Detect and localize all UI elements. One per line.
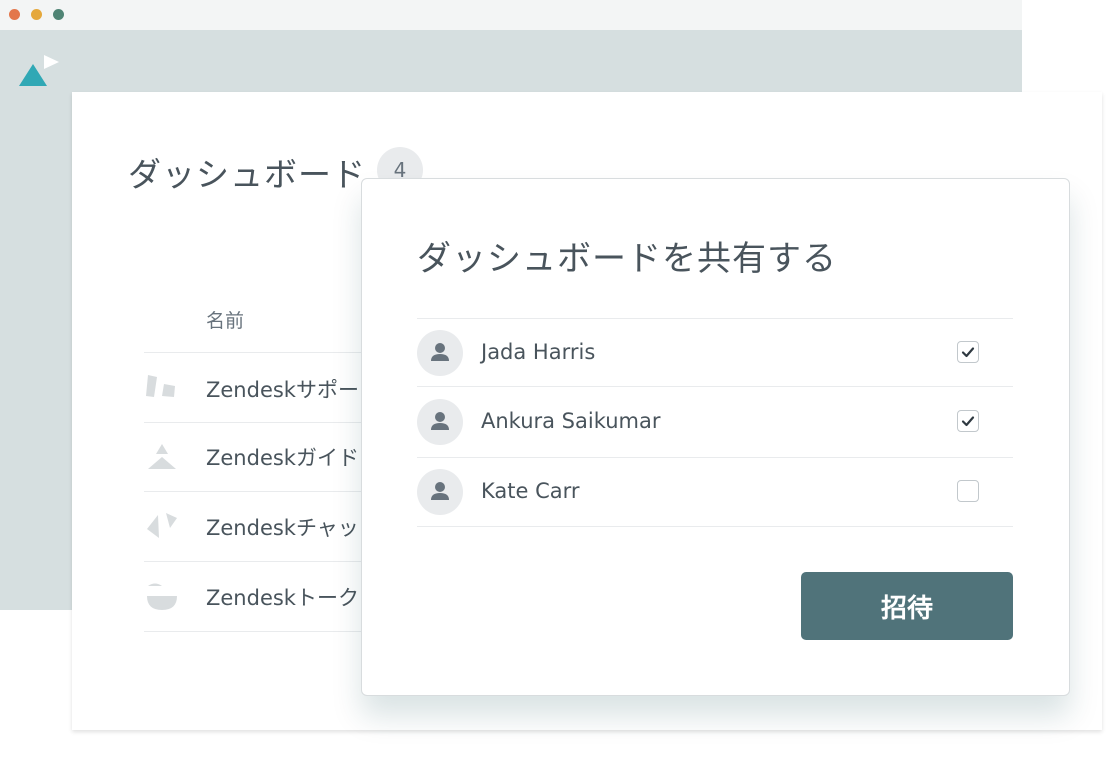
share-dashboard-modal: ダッシュボードを共有する Jada Harris Ankura Saikumar — [361, 178, 1070, 696]
person-icon — [431, 482, 449, 500]
row-divider — [144, 352, 370, 353]
page-title: ダッシュボード — [128, 155, 366, 194]
window-titlebar — [0, 0, 1022, 30]
user-checkbox-kate-carr[interactable] — [957, 480, 979, 502]
dashboard-row-name: Zendeskチャッ — [206, 516, 359, 540]
row-divider — [144, 422, 370, 423]
dashboard-row-name: Zendeskガイド — [206, 446, 359, 470]
row-divider — [417, 386, 1013, 387]
app-sidebar — [0, 92, 72, 610]
checkmark-icon — [961, 416, 975, 427]
user-checkbox-ankura-saikumar[interactable] — [957, 410, 979, 432]
minimize-window-dot[interactable] — [31, 9, 42, 20]
dashboard-row-support[interactable]: Zendeskサポー — [144, 368, 370, 408]
app-header — [0, 30, 1022, 92]
user-checkbox-jada-harris[interactable] — [957, 341, 979, 363]
support-icon — [146, 375, 175, 397]
row-divider — [417, 526, 1013, 527]
avatar — [417, 399, 463, 445]
avatar — [417, 330, 463, 376]
dashboard-row-talk[interactable]: Zendeskトーク — [144, 576, 370, 616]
row-divider — [144, 491, 370, 492]
guide-icon — [148, 444, 176, 469]
invite-button[interactable]: 招待 — [801, 572, 1013, 640]
close-window-dot[interactable] — [9, 9, 20, 20]
row-divider — [417, 457, 1013, 458]
user-row-kate-carr[interactable]: Kate Carr — [417, 469, 1013, 515]
dashboard-row-guide[interactable]: Zendeskガイド — [144, 436, 370, 476]
row-divider — [417, 318, 1013, 319]
row-divider — [144, 631, 370, 632]
dashboard-row-name: Zendeskサポー — [206, 378, 359, 402]
user-row-ankura-saikumar[interactable]: Ankura Saikumar — [417, 399, 1013, 445]
modal-title: ダッシュボードを共有する — [417, 239, 837, 279]
person-icon — [431, 343, 449, 361]
row-divider — [144, 561, 370, 562]
zendesk-logo-icon[interactable] — [18, 52, 62, 92]
user-row-jada-harris[interactable]: Jada Harris — [417, 330, 1013, 376]
maximize-window-dot[interactable] — [53, 9, 64, 20]
dashboard-row-name: Zendeskトーク — [206, 586, 359, 610]
dashboard-row-chat[interactable]: Zendeskチャッ — [144, 506, 370, 546]
talk-icon — [147, 583, 177, 610]
avatar — [417, 469, 463, 515]
person-icon — [431, 412, 449, 430]
user-name: Ankura Saikumar — [481, 409, 661, 433]
user-name: Kate Carr — [481, 479, 580, 503]
checkmark-icon — [961, 347, 975, 358]
name-column-header[interactable]: 名前 — [206, 306, 244, 333]
chat-icon — [147, 513, 177, 538]
user-name: Jada Harris — [481, 340, 596, 364]
